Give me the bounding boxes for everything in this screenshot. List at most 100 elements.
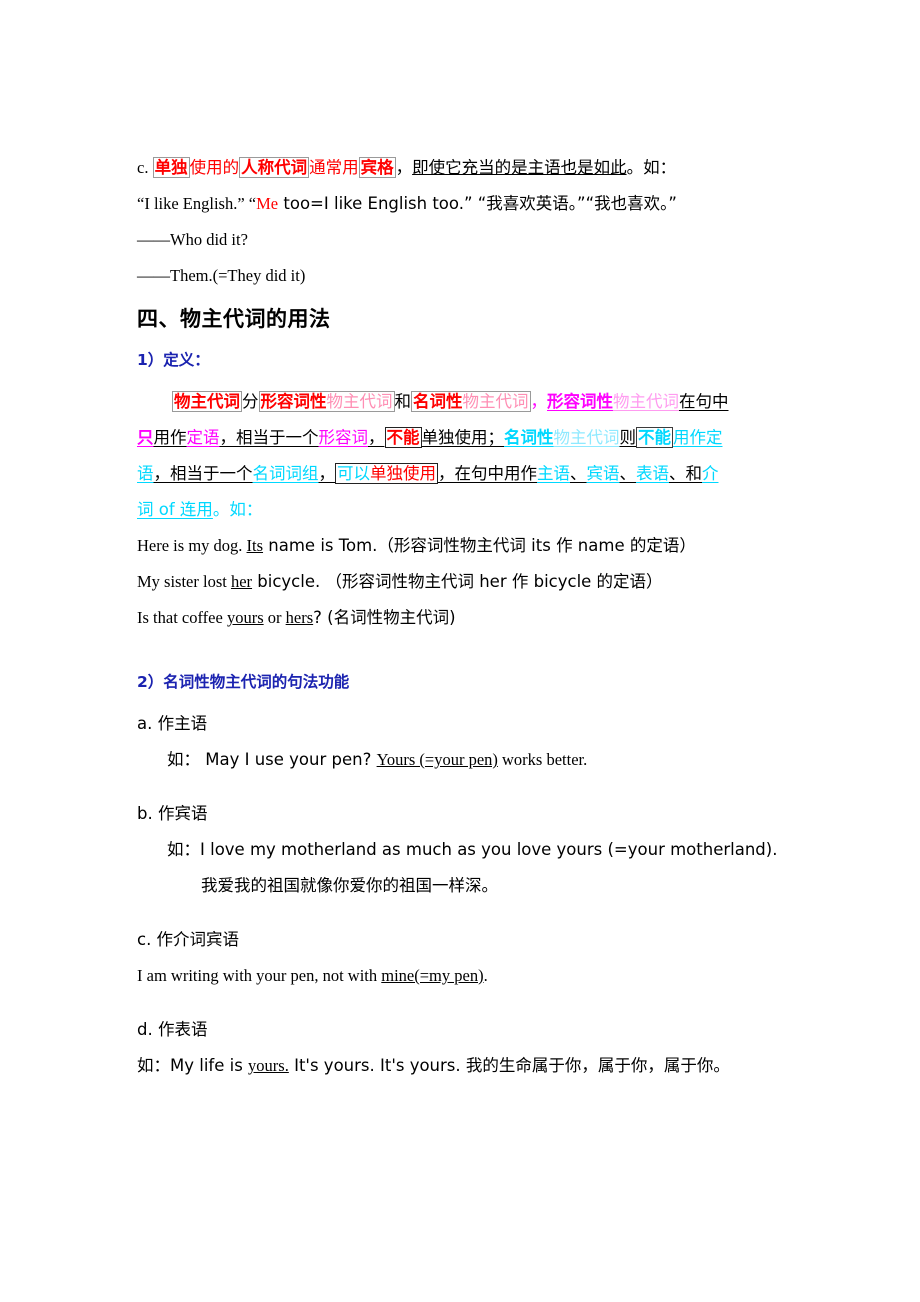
text-dandushiyong-2: 单独使用: [370, 464, 436, 483]
paragraph-section-c: c. 单独 使用的 人称代词 通常用 宾格 ，即使它充当的是主语也是如此。如：: [137, 150, 790, 186]
text-wuzhudaici-2: 物主代词: [462, 392, 529, 411]
text-dun-he: 、和: [669, 464, 702, 483]
text-wuzhudaici-1: 物主代词: [326, 392, 393, 411]
text-mingcixing-1: 名词性: [413, 392, 463, 411]
text-yongzuo: 用作: [153, 428, 187, 447]
text-fen: 分: [242, 392, 259, 411]
paragraph-definition-line-3: 语，相当于一个名词词组， 可以单独使用 ，在句中用作主语、宾语、表语、和介: [137, 456, 790, 492]
example-1-underline: Its: [246, 536, 264, 555]
item-c-example: I am writing with your pen, not with min…: [137, 958, 790, 994]
example-3-mid: or: [263, 608, 286, 627]
paragraph-example-me-too: “I like English.” “Me too=I like English…: [137, 186, 790, 222]
heading-section-four: 四、物主代词的用法: [137, 307, 331, 331]
item-b-example-prefix: 如：I love my motherland as much as you lo…: [167, 840, 778, 859]
text-underlined-clause: 即使它充当的是主语也是如此: [412, 158, 627, 177]
box-buneng-1: 不能: [384, 427, 422, 448]
paragraph-definition-line-4: 词 of 连用。如：: [137, 492, 790, 528]
example-3-pre: Is that coffee: [137, 608, 227, 627]
example-part-2: too=I like English too.” “我喜欢英语。”“我也喜欢。”: [278, 194, 677, 213]
example-2-pre: My sister lost: [137, 572, 231, 591]
item-d-example: 如：My life is yours. It's yours. It's you…: [137, 1048, 790, 1084]
text-tongchangyong: 通常用: [309, 158, 359, 177]
item-c-label: c. 作介词宾语: [137, 930, 240, 949]
subheading-syntactic-functions: 2）名词性物主代词的句法功能: [137, 673, 350, 691]
text-xingrongcixing-1: 形容词性: [260, 392, 327, 411]
box-xingrongcixing-group: 形容词性物主代词: [258, 391, 395, 412]
highlight-box-dandu: 单独: [152, 157, 190, 178]
example-3-post: ? (名词性物主代词): [313, 608, 456, 627]
item-b-example: 如：I love my motherland as much as you lo…: [137, 832, 790, 868]
paragraph-example-3: Is that coffee yours or hers? (名词性物主代词): [137, 600, 790, 636]
text-biaoyu-1: 表语: [636, 464, 669, 483]
text-keyi: 可以: [337, 464, 370, 483]
text-xiangdangyu-2: ，相当于一个: [153, 464, 253, 483]
example-1-pre: Here is my dog.: [137, 536, 247, 555]
text-dingyu-1: 定语: [186, 428, 220, 447]
box-wuzhudaici: 物主代词: [172, 391, 242, 412]
text-shiyongde: 使用的: [189, 158, 240, 177]
item-a-example-suffix: works better.: [497, 750, 588, 769]
text-ru-1: 。如：: [626, 158, 677, 177]
text-mingcicizu: 名词词组: [252, 464, 319, 483]
text-yongzuoding: 用作定: [673, 428, 723, 447]
example-part-1: “I like English.” “: [137, 194, 257, 213]
paragraph-definition-line-1: 物主代词分形容词性物主代词和名词性物主代词 ，形容词性物主代词在句中: [137, 384, 790, 420]
example-2-post: bicycle. （形容词性物主代词 her 作 bicycle 的定语）: [252, 572, 663, 591]
text-zaijuzhongyongzuo: ，在句中用作: [438, 464, 537, 483]
item-d-example-underline: yours.: [248, 1056, 289, 1075]
item-c-example-suffix: .: [483, 966, 488, 985]
item-c-example-prefix: I am writing with your pen, not with: [137, 966, 382, 985]
text-zhuyu-1: 主语: [537, 464, 570, 483]
text-zaijuzhong: 在句中: [679, 392, 729, 411]
box-mingcixing-group: 名词性物主代词: [411, 391, 531, 412]
text-ci-of-lianyong: 词 of 连用: [137, 500, 213, 519]
highlight-me: Me: [256, 194, 279, 213]
text-comma-1: ，: [395, 158, 413, 177]
text-comma-2: ，: [530, 392, 548, 411]
item-d-example-prefix: 如：My life is: [137, 1056, 249, 1075]
list-marker-c: c.: [137, 158, 149, 177]
example-1-post: name is Tom.（形容词性物主代词 its 作 name 的定语）: [263, 536, 696, 555]
text-xingrongci: 形容词: [318, 428, 369, 447]
text-wuzhudaici-3: 物主代词: [613, 392, 679, 411]
item-b-translation: 我爱我的祖国就像你爱你的祖国一样深。: [201, 876, 498, 895]
item-a-example-underline: Yours (=your pen): [376, 750, 498, 769]
text-dun-2: 、: [619, 464, 637, 483]
item-a-example: 如： May I use your pen? Yours (=your pen)…: [137, 742, 790, 778]
text-jie: 介: [702, 464, 719, 483]
item-b-label: b. 作宾语: [137, 804, 208, 823]
paragraph-qa-question: ——Who did it?: [137, 230, 248, 249]
text-comma-4: ，: [318, 464, 336, 483]
text-binyu-1: 宾语: [586, 464, 620, 483]
highlight-box-renchengdaici: 人称代词: [239, 157, 310, 178]
box-keyi-dandushiyong: 可以单独使用: [335, 463, 438, 484]
text-yu: 语: [137, 464, 154, 483]
text-semicolon: ；: [487, 428, 505, 447]
paragraph-definition-line-2: 只用作定语，相当于一个形容词， 不能 单独使用；名词性物主代词则 不能 用作定: [137, 420, 790, 456]
text-ze: 则: [619, 428, 637, 447]
text-wuzhudaici-4: 物主代词: [553, 428, 620, 447]
item-d-example-suffix: It's yours. It's yours. 我的生命属于你，属于你，属于你。: [288, 1056, 730, 1075]
text-zhi: 只: [137, 428, 154, 447]
text-ru-2: 。如：: [212, 500, 263, 519]
text-comma-3: ，: [368, 428, 385, 447]
text-xingrongcixing-2: 形容词性: [547, 392, 613, 411]
text-he: 和: [394, 392, 412, 411]
text-dun-1: 、: [570, 464, 587, 483]
item-a-label: a. 作主语: [137, 714, 208, 733]
paragraph-example-1: Here is my dog. Its name is Tom.（形容词性物主代…: [137, 528, 790, 564]
text-danduShiyong-1: 单独使用: [421, 428, 488, 447]
item-c-example-underline: mine(=my pen): [381, 966, 484, 985]
text-mingcixing-2: 名词性: [504, 428, 554, 447]
subheading-definition: 1）定义：: [137, 351, 210, 369]
highlight-box-binge: 宾格: [358, 157, 396, 178]
paragraph-example-2: My sister lost her bicycle. （形容词性物主代词 he…: [137, 564, 790, 600]
example-3-underline: yours: [226, 608, 264, 627]
example-2-underline: her: [230, 572, 253, 591]
box-buneng-2: 不能: [636, 427, 673, 448]
text-xiangdangyu-1: ，相当于一个: [219, 428, 319, 447]
document-page: c. 单独 使用的 人称代词 通常用 宾格 ，即使它充当的是主语也是如此。如： “I li…: [0, 0, 920, 1302]
item-d-label: d. 作表语: [137, 1020, 208, 1039]
item-a-example-prefix: 如： May I use your pen?: [167, 750, 377, 769]
example-3-underline-2: hers: [285, 608, 314, 627]
